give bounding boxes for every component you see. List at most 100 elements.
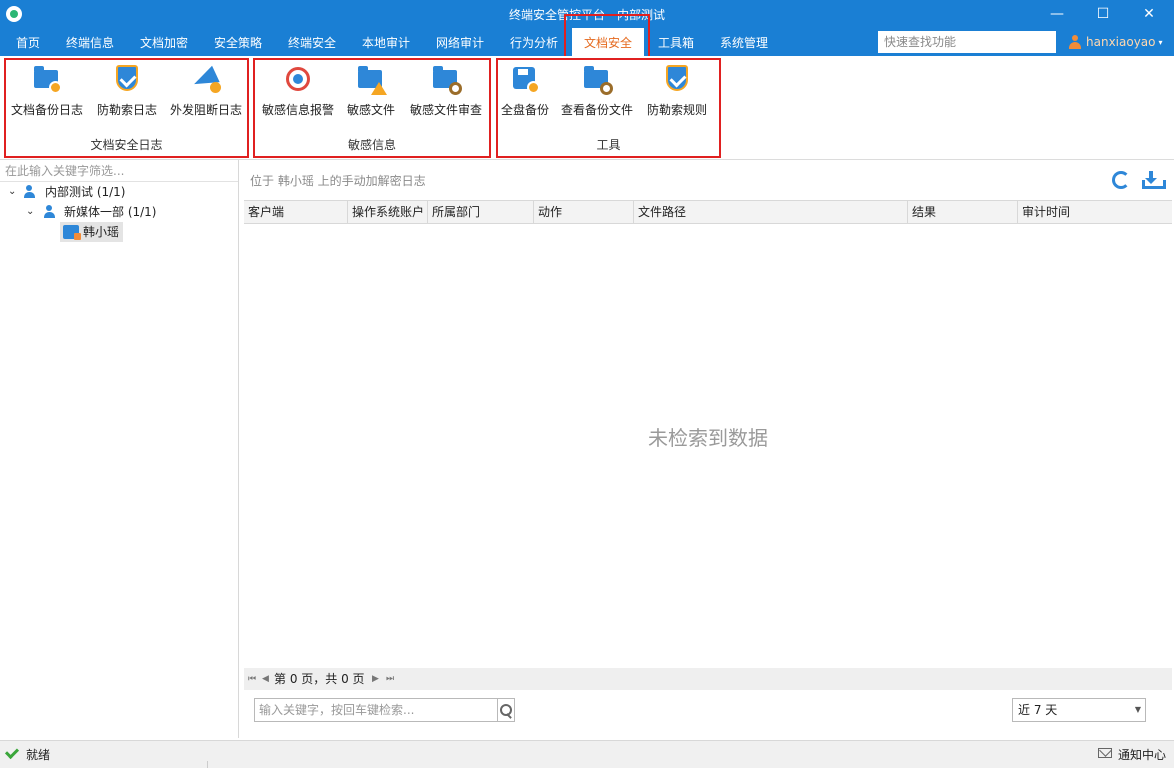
tab-network-audit[interactable]: 网络审计 [426,28,494,56]
doc-backup-log-button[interactable]: 文档备份日志 [8,64,86,124]
group-icon [44,205,58,219]
sensitive-file-review-button[interactable]: 敏感文件审查 [405,64,487,124]
disk-backup-icon [510,64,540,94]
time-range-select[interactable]: 近 7 天 ▼ [1012,698,1146,722]
target-alarm-icon [283,64,313,94]
main-nav: 首页 终端信息 文档加密 安全策略 终端安全 本地审计 网络审计 行为分析 文档… [0,28,1174,56]
keyword-search-input[interactable]: 输入关键字，按回车键检索... [254,698,498,722]
tree-node-label: 内部测试 (1/1) [45,185,126,199]
tab-home[interactable]: 首页 [4,28,52,56]
chevron-down-icon: ▼ [1134,705,1141,714]
status-bar: 就绪 通知中心 [0,740,1174,768]
title-bar: 终端安全管控平台 - 内部测试 — ☐ ✕ [0,0,1174,28]
tree-node-han-xiaoyao[interactable]: 韩小瑶 [60,222,123,242]
table-header: 客户端 操作系统账户 所属部门 动作 文件路径 结果 审计时间 [244,200,1172,224]
minimize-button[interactable]: — [1034,0,1080,28]
window-title: 终端安全管控平台 - 内部测试 [509,8,665,22]
ribbon-group-doc-security-logs: 文档备份日志 防勒索日志 外发阻断日志 文档安全日志 [4,58,249,158]
maximize-button[interactable]: ☐ [1080,0,1126,28]
expand-toggle-icon[interactable]: ⌄ [8,182,16,202]
user-menu[interactable]: hanxiaoyao ▾ [1068,28,1163,56]
button-label: 文档备份日志 [10,103,83,117]
full-disk-backup-button[interactable]: 全盘备份 [498,64,552,124]
sensitive-info-alarm-button[interactable]: 敏感信息报警 [257,64,339,124]
last-page-icon[interactable]: ⏭ [386,668,394,690]
download-icon[interactable] [1142,171,1166,189]
ribbon-group-sensitive-info: 敏感信息报警 敏感文件 敏感文件审查 敏感信息 [253,58,491,158]
tab-terminal-info[interactable]: 终端信息 [56,28,124,56]
folder-backup-icon [32,64,62,94]
shield-rule-icon [662,64,692,94]
ribbon-group-tools: 全盘备份 查看备份文件 防勒索规则 工具 [496,58,721,158]
button-label: 防勒索规则 [646,103,707,117]
log-content-panel: 位于 韩小瑶 上的手动加解密日志 客户端 操作系统账户 所属部门 动作 文件路径… [240,160,1174,738]
user-icon [1068,35,1082,49]
anti-ransomware-rules-button[interactable]: 防勒索规则 [642,64,712,124]
tab-security-policy[interactable]: 安全策略 [204,28,272,56]
tree-node-label: 韩小瑶 [83,225,120,239]
pager: ⏮ ◀ 第 0 页，共 0 页 ▶ ⏭ [244,668,1172,690]
folder-warning-icon [356,64,387,95]
folder-search-icon [582,64,613,95]
tab-toolbox[interactable]: 工具箱 [648,28,704,56]
tree-filter-input[interactable]: 在此输入关键字筛选... [0,160,238,182]
tree-node-internal-test[interactable]: ⌄ 内部测试 (1/1) [8,182,228,202]
check-icon [4,744,20,760]
button-label: 敏感信息报警 [261,103,334,117]
group-label: 工具 [596,138,621,152]
column-header-result[interactable]: 结果 [908,201,1018,223]
next-page-icon[interactable]: ▶ [372,668,379,690]
column-header-file-path[interactable]: 文件路径 [634,201,908,223]
folder-search-icon [431,64,462,95]
paper-plane-block-icon [190,64,221,94]
org-tree-panel: 在此输入关键字筛选... ⌄ 内部测试 (1/1) ⌄ 新媒体一部 (1/1) … [0,160,239,738]
expand-toggle-icon[interactable]: ⌄ [26,202,34,222]
prev-page-icon[interactable]: ◀ [262,668,269,690]
button-label: 全盘备份 [500,103,549,117]
status-text: 就绪 [26,748,51,762]
button-label: 防勒索日志 [96,103,157,117]
table-body: 未检索到数据 [244,224,1172,668]
quick-search-input[interactable]: 快速查找功能 [878,31,1056,53]
column-header-client[interactable]: 客户端 [244,201,348,223]
tree-node-new-media-dept[interactable]: ⌄ 新媒体一部 (1/1) [26,202,226,222]
page-indicator: 第 0 页，共 0 页 [274,672,365,686]
refresh-icon[interactable] [1112,171,1130,189]
column-header-action[interactable]: 动作 [534,201,634,223]
location-text: 位于 韩小瑶 上的手动加解密日志 [250,174,426,188]
ribbon-toolbar: 文档备份日志 防勒索日志 外发阻断日志 文档安全日志 敏感信息报警 敏感文件 敏… [0,56,1174,160]
tab-behavior-analysis[interactable]: 行为分析 [500,28,568,56]
button-label: 查看备份文件 [560,103,633,117]
tab-doc-security[interactable]: 文档安全 [572,28,644,56]
sensitive-files-button[interactable]: 敏感文件 [341,64,401,124]
view-backup-files-button[interactable]: 查看备份文件 [558,64,636,124]
tab-terminal-security[interactable]: 终端安全 [278,28,346,56]
outbound-block-log-button[interactable]: 外发阻断日志 [166,64,246,124]
computer-lock-icon [63,225,81,240]
first-page-icon[interactable]: ⏮ [248,668,256,690]
anti-ransomware-log-button[interactable]: 防勒索日志 [88,64,166,124]
tab-doc-encryption[interactable]: 文档加密 [130,28,198,56]
time-range-value: 近 7 天 [1018,703,1058,717]
tree-node-label: 新媒体一部 (1/1) [64,205,157,219]
group-label: 文档安全日志 [90,138,163,152]
shield-check-icon [112,64,142,94]
button-label: 敏感文件 [346,103,395,117]
chevron-down-icon: ▾ [1158,37,1163,47]
mail-icon[interactable] [1098,748,1112,758]
button-label: 外发阻断日志 [169,103,242,117]
column-header-department[interactable]: 所属部门 [428,201,534,223]
group-icon [24,185,38,199]
button-label: 敏感文件审查 [409,103,482,117]
empty-state-message: 未检索到数据 [648,426,768,450]
search-icon[interactable] [497,698,515,722]
notification-center-link[interactable]: 通知中心 [1118,746,1166,763]
tab-system-management[interactable]: 系统管理 [710,28,778,56]
tab-local-audit[interactable]: 本地审计 [352,28,420,56]
close-button[interactable]: ✕ [1126,0,1172,28]
column-header-os-account[interactable]: 操作系统账户 [348,201,428,223]
group-label: 敏感信息 [347,138,396,152]
user-name: hanxiaoyao [1086,35,1156,49]
column-header-audit-time[interactable]: 审计时间 [1018,201,1172,223]
status-divider [207,761,208,768]
